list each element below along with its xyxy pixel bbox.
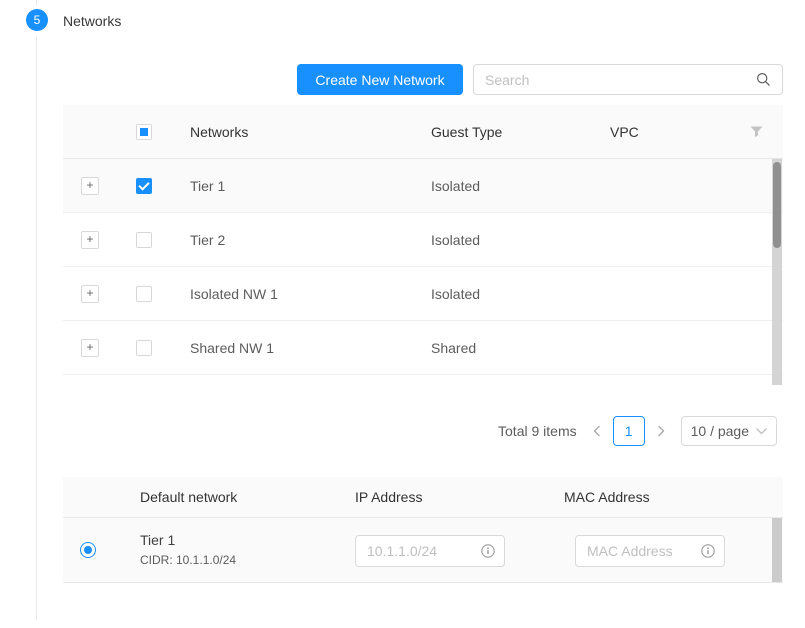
row-checkbox[interactable]: [136, 232, 152, 248]
search-input[interactable]: [474, 72, 756, 88]
table-row: + Tier 2 Isolated: [63, 213, 783, 267]
ip-address-input[interactable]: [356, 543, 481, 559]
step-title: Networks: [63, 13, 121, 29]
search-box[interactable]: [473, 64, 783, 95]
table-row: + Isolated NW 1 Isolated: [63, 267, 783, 321]
chevron-down-icon: [756, 428, 767, 435]
guest-type-value: Shared: [431, 340, 476, 356]
step-rail-line: [36, 37, 37, 620]
info-icon[interactable]: [701, 544, 724, 558]
pagination-total: Total 9 items: [498, 423, 577, 439]
guest-type-value: Isolated: [431, 286, 480, 302]
network-name: Tier 2: [190, 232, 225, 248]
column-header-networks: Networks: [190, 124, 248, 140]
column-header-guest-type: Guest Type: [431, 124, 502, 140]
expand-row-button[interactable]: +: [81, 231, 99, 249]
mac-address-input[interactable]: [576, 543, 701, 559]
network-name: Tier 1: [190, 178, 225, 194]
guest-type-value: Isolated: [431, 232, 480, 248]
networks-table-header: Networks Guest Type VPC: [63, 105, 783, 159]
default-network-name: Tier 1: [140, 532, 175, 548]
networks-table: Networks Guest Type VPC + Tier 1 Isolate…: [63, 105, 783, 385]
search-icon[interactable]: [756, 72, 782, 87]
network-name: Isolated NW 1: [190, 286, 278, 302]
networks-step-page: 5 Networks Create New Network Networks G…: [0, 0, 805, 628]
guest-type-value: Isolated: [431, 178, 480, 194]
column-header-default-network: Default network: [140, 489, 237, 505]
table-scrollbar-thumb[interactable]: [773, 162, 781, 248]
next-page-button[interactable]: [651, 425, 671, 437]
column-header-ip-address: IP Address: [355, 489, 422, 505]
step-rail-top: [36, 0, 37, 6]
step-number-badge: 5: [26, 9, 48, 31]
select-all-checkbox[interactable]: [136, 124, 152, 140]
row-checkbox[interactable]: [136, 340, 152, 356]
pagination: Total 9 items 1 10 / page: [498, 415, 777, 447]
default-network-table: Default network IP Address MAC Address T…: [63, 477, 783, 583]
network-name: Shared NW 1: [190, 340, 274, 356]
ip-address-field[interactable]: [355, 535, 505, 567]
column-header-mac-address: MAC Address: [564, 489, 650, 505]
table-row: + Tier 1 Isolated: [63, 159, 783, 213]
default-network-row: Tier 1 CIDR: 10.1.1.0/24: [63, 518, 783, 583]
expand-row-button[interactable]: +: [81, 177, 99, 195]
table-row: + Shared NW 1 Shared: [63, 321, 783, 375]
default-network-cidr: CIDR: 10.1.1.0/24: [140, 553, 236, 567]
expand-row-button[interactable]: +: [81, 285, 99, 303]
page-size-select[interactable]: 10 / page: [681, 416, 777, 446]
previous-page-button[interactable]: [587, 425, 607, 437]
create-new-network-button[interactable]: Create New Network: [297, 64, 463, 95]
row-checkbox[interactable]: [136, 286, 152, 302]
mac-address-field[interactable]: [575, 535, 725, 567]
step-number: 5: [34, 13, 41, 27]
default-network-radio[interactable]: [80, 542, 96, 558]
page-number-button[interactable]: 1: [613, 416, 645, 446]
info-icon[interactable]: [481, 544, 504, 558]
row-checkbox[interactable]: [136, 178, 152, 194]
column-header-vpc: VPC: [610, 124, 639, 140]
default-network-table-header: Default network IP Address MAC Address: [63, 477, 783, 518]
page-size-value: 10 / page: [691, 423, 749, 439]
default-table-scrollbar[interactable]: [772, 518, 782, 582]
expand-row-button[interactable]: +: [81, 339, 99, 357]
filter-icon[interactable]: [750, 126, 763, 138]
